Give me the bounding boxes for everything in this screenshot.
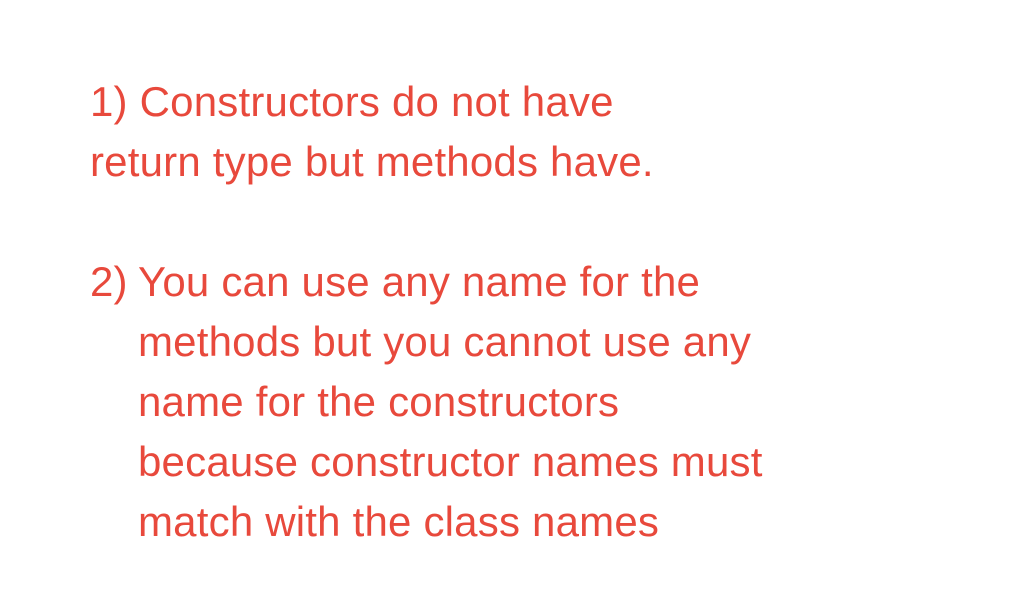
point-2-line-1: You can use any name for the (138, 258, 701, 305)
point-1-line-2: return type but methods have. (90, 138, 654, 185)
slide: 1) Constructors do not have return type … (0, 0, 1016, 614)
point-1-line-1: 1) Constructors do not have (90, 78, 614, 125)
point-2-line-2: methods but you cannot use any (138, 318, 752, 365)
point-2-line-4: because constructor names must (138, 438, 763, 485)
point-2-line-3: name for the constructors (138, 378, 620, 425)
point-2-number: 2) (90, 258, 128, 305)
point-2-line-5: match with the class names (138, 498, 660, 545)
